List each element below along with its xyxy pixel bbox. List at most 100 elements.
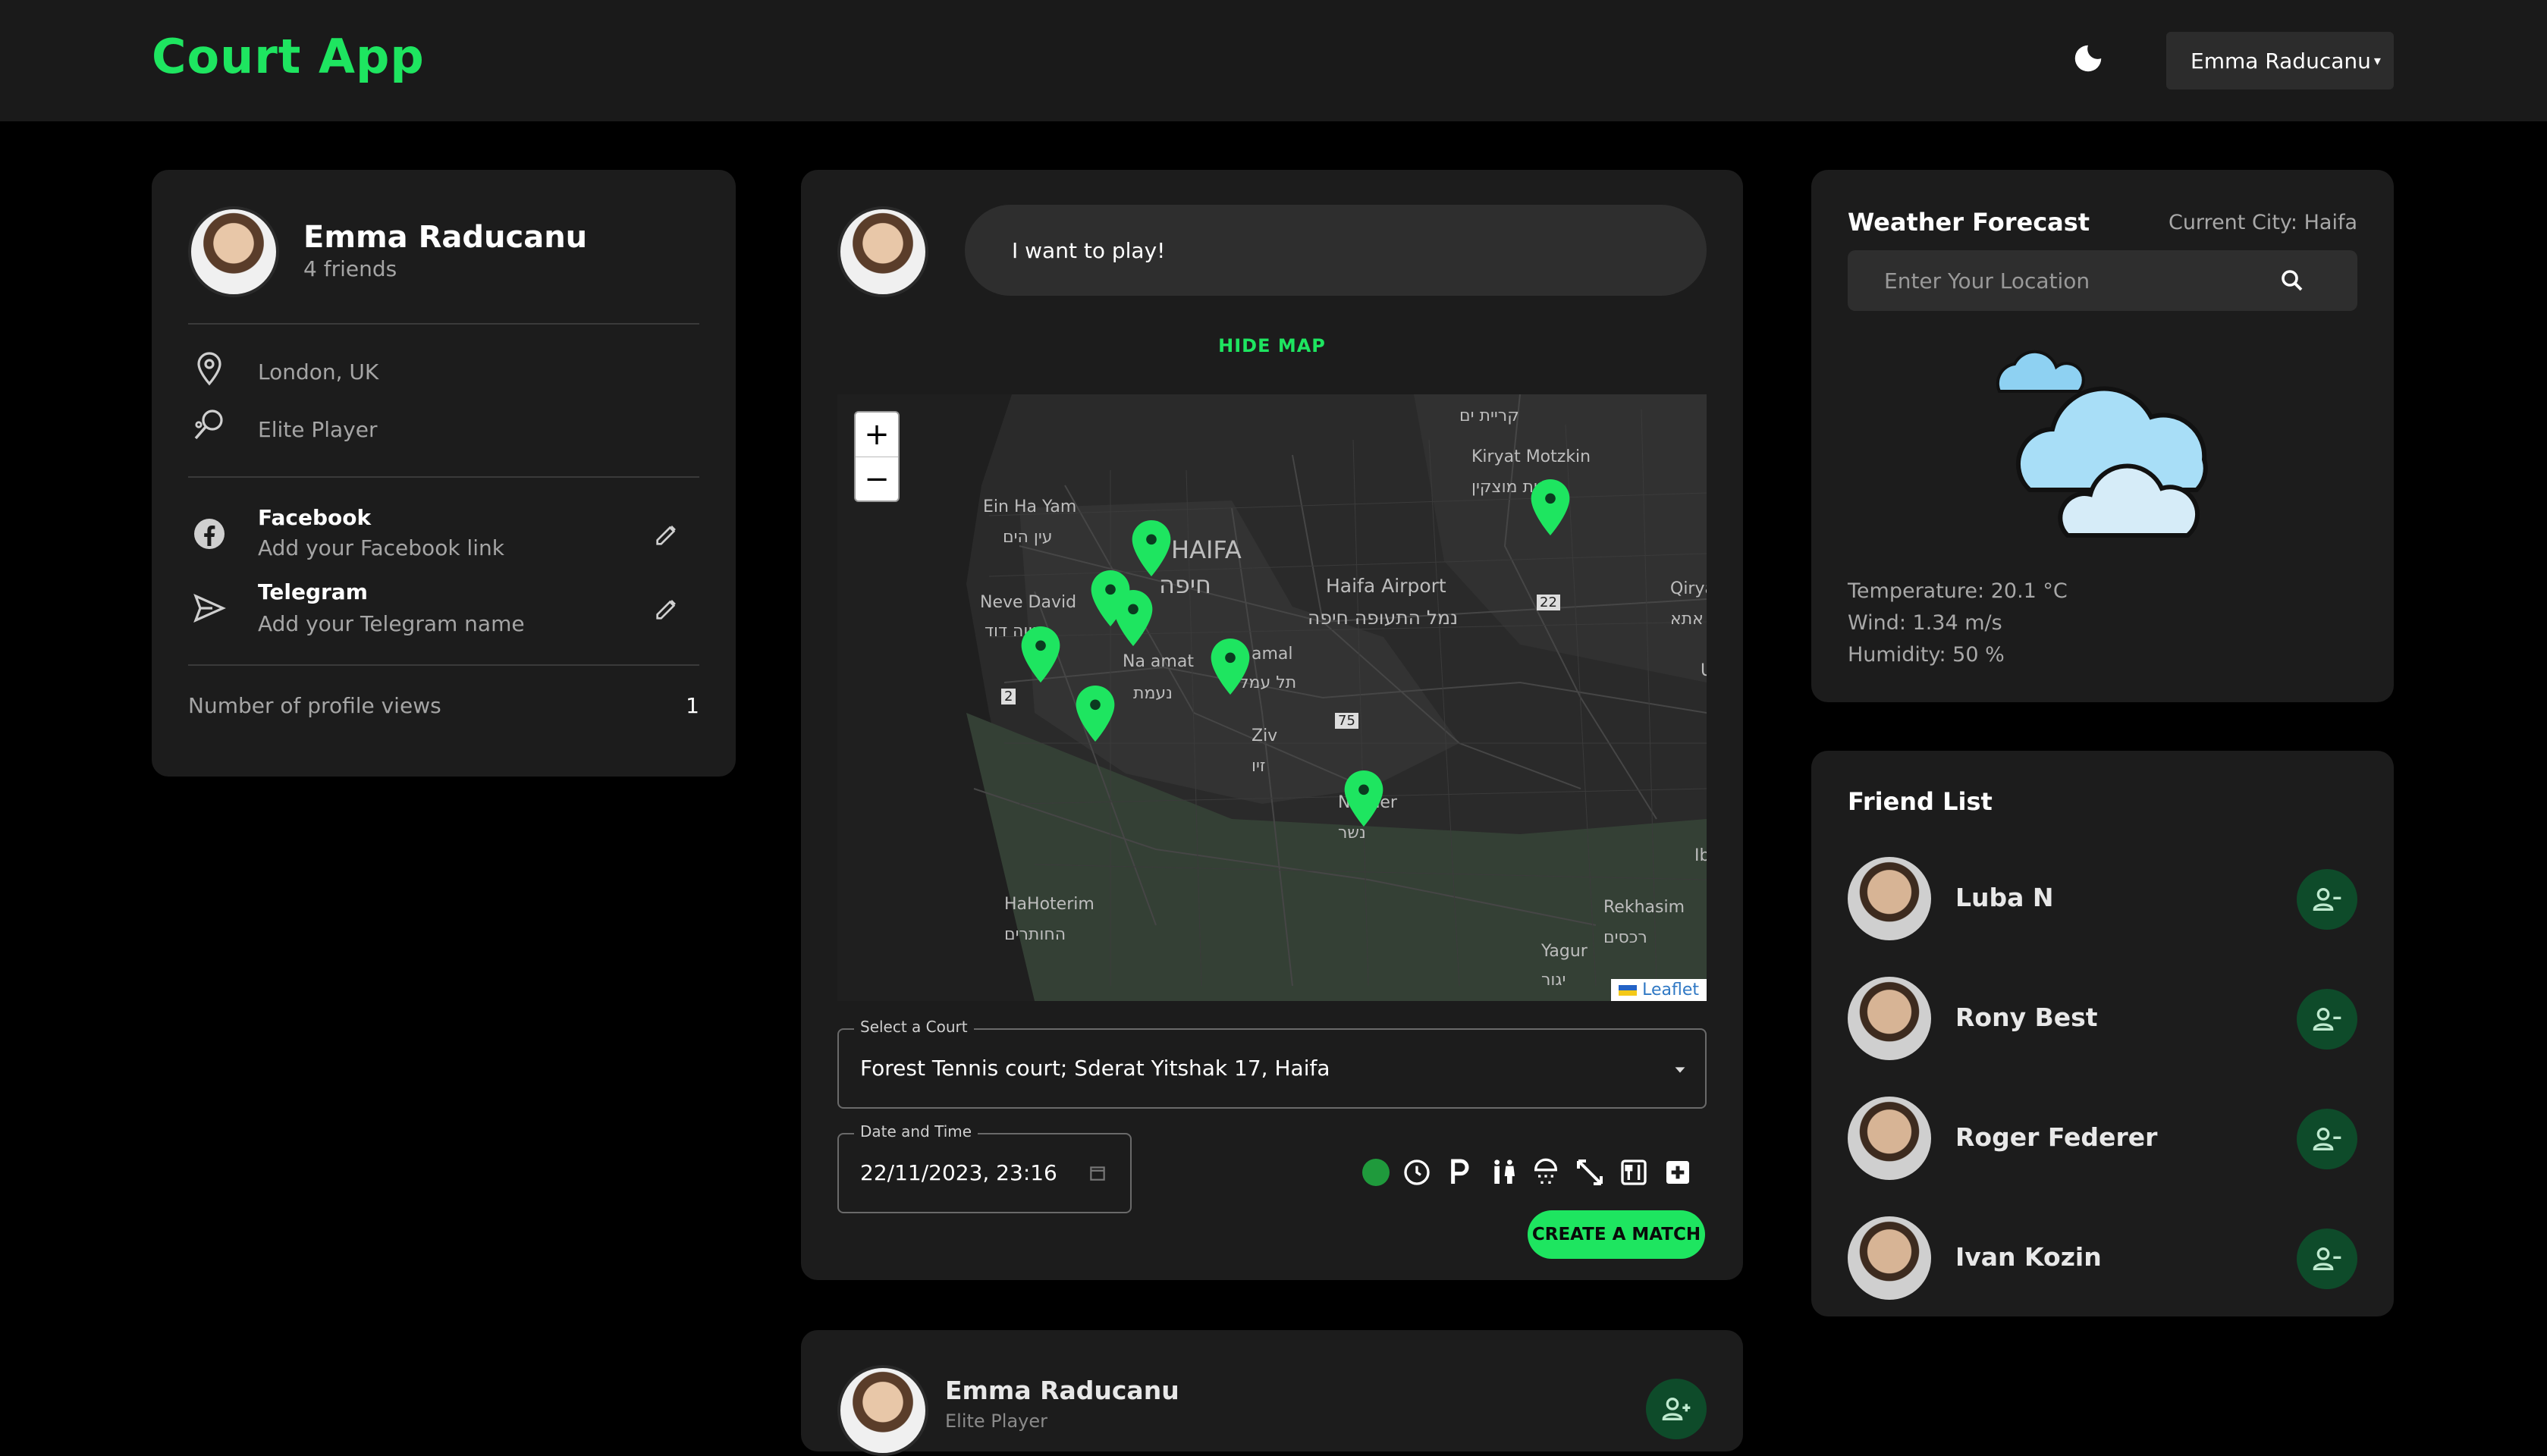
court-select-label: Select a Court: [854, 1018, 974, 1036]
map-label: Yagur: [1541, 942, 1588, 961]
person-remove-icon: [2313, 1128, 2341, 1150]
map-label: יגור: [1541, 971, 1566, 990]
dropdown-arrow-icon: [1675, 1067, 1685, 1073]
post-card: Emma Raducanu Elite Player: [801, 1330, 1743, 1456]
shower-icon: [1534, 1158, 1558, 1184]
friend-name[interactable]: Roger Federer: [1955, 1122, 2157, 1152]
map-label: Na amat: [1123, 652, 1194, 671]
user-menu-label: Emma Raducanu: [2191, 48, 2371, 74]
calendar-icon[interactable]: [1088, 1163, 1107, 1183]
road-number: 22: [1537, 595, 1560, 610]
facebook-value: Add your Facebook link: [258, 535, 504, 560]
map-label: Neve David: [980, 593, 1077, 612]
zoom-out-button[interactable]: −: [856, 457, 898, 501]
court-select-value: Forest Tennis court; Sderat Yitshak 17, …: [860, 1056, 1330, 1081]
weather-humidity: Humidity: 50 %: [1848, 643, 2005, 667]
remove-friend-button[interactable]: [2297, 1109, 2357, 1169]
person-remove-icon: [2313, 1008, 2341, 1031]
friend-avatar[interactable]: [1848, 857, 1931, 940]
friend-list-card: Friend List Luba N Rony Best Roger Feder…: [1811, 751, 2394, 1316]
friend-list-title: Friend List: [1848, 787, 1993, 816]
top-bar: Court App Emma Raducanu ▾: [0, 0, 2547, 121]
datetime-field[interactable]: Date and Time 22/11/2023, 23:16: [837, 1122, 1132, 1213]
person-add-icon: [1662, 1398, 1691, 1420]
search-icon[interactable]: [2278, 267, 2306, 294]
court-marker[interactable]: [1073, 684, 1118, 743]
map-tiles: [837, 394, 1707, 1001]
telegram-label: Telegram: [258, 579, 368, 604]
remove-friend-button[interactable]: [2297, 989, 2357, 1050]
friend-avatar[interactable]: [1848, 1097, 1931, 1180]
person-remove-icon: [2313, 888, 2341, 911]
weather-temperature: Temperature: 20.1 °C: [1848, 579, 2068, 603]
edit-telegram-icon[interactable]: [652, 593, 683, 623]
court-marker[interactable]: [1110, 588, 1156, 648]
post-author-avatar[interactable]: [837, 1365, 928, 1456]
court-marker[interactable]: [1129, 519, 1174, 578]
court-marker[interactable]: [1528, 478, 1573, 537]
court-available-indicator: [1362, 1159, 1390, 1186]
profile-name[interactable]: Emma Raducanu: [303, 220, 587, 255]
cafe-icon: [1621, 1159, 1647, 1185]
person-remove-icon: [2313, 1247, 2341, 1270]
post-author-level: Elite Player: [945, 1410, 1047, 1432]
map-label: Ziv: [1252, 726, 1278, 745]
friend-name[interactable]: Luba N: [1955, 883, 2054, 912]
hide-map-button[interactable]: HIDE MAP: [801, 335, 1743, 356]
map-label: Haifa Airport: [1326, 575, 1446, 597]
remove-friend-button[interactable]: [2297, 1228, 2357, 1289]
map-label: HAIFA: [1171, 535, 1242, 564]
road-number: 75: [1335, 713, 1358, 729]
tennis-racket-icon: [194, 410, 223, 440]
court-marker[interactable]: [1341, 769, 1387, 828]
map-label: רכסים: [1603, 928, 1647, 947]
location-pin-icon: [197, 352, 221, 386]
leaflet-attribution-link[interactable]: Leaflet: [1611, 979, 1707, 1001]
parking-icon: [1451, 1159, 1469, 1184]
edit-facebook-icon[interactable]: [652, 519, 683, 549]
first-aid-icon: [1666, 1161, 1689, 1184]
map-label: עין הים: [1003, 528, 1053, 547]
weather-title: Weather Forecast: [1848, 208, 2090, 237]
match-composer-card: I want to play! HIDE MAP + − קריית ים Ki…: [801, 170, 1743, 1280]
court-map[interactable]: + − קריית ים Kiryat Motzkin קריית מוצקין…: [837, 394, 1707, 1001]
map-label: U: [1701, 661, 1707, 680]
map-label: נעמת: [1133, 684, 1173, 703]
zoom-control: + −: [854, 411, 900, 502]
composer-avatar: [837, 206, 928, 297]
racket-rental-icon: [1577, 1159, 1603, 1185]
zoom-in-button[interactable]: +: [856, 413, 898, 457]
create-match-button[interactable]: CREATE A MATCH: [1528, 1210, 1705, 1259]
friend-name[interactable]: Ivan Kozin: [1955, 1242, 2102, 1272]
profile-card: Emma Raducanu 4 friends London, UK Elite…: [152, 170, 736, 777]
map-label: Qiryat: [1670, 579, 1707, 598]
court-marker[interactable]: [1018, 625, 1063, 684]
road-number: 2: [1001, 689, 1016, 704]
friend-avatar[interactable]: [1848, 977, 1931, 1060]
court-marker[interactable]: [1208, 637, 1253, 696]
current-city: Current City: Haifa: [2168, 211, 2357, 234]
profile-avatar[interactable]: [188, 206, 279, 297]
map-label: אתא: [1670, 610, 1704, 629]
friend-avatar[interactable]: [1848, 1216, 1931, 1300]
post-input[interactable]: I want to play!: [965, 205, 1707, 296]
post-author-name[interactable]: Emma Raducanu: [945, 1376, 1179, 1405]
friend-name[interactable]: Rony Best: [1955, 1003, 2098, 1032]
court-select[interactable]: Select a Court Forest Tennis court; Sder…: [837, 1018, 1707, 1109]
profile-location: London, UK: [258, 359, 379, 384]
add-friend-button[interactable]: [1646, 1379, 1707, 1439]
app-logo[interactable]: Court App: [152, 29, 425, 84]
facebook-icon: [194, 519, 225, 549]
profile-views-label: Number of profile views: [188, 693, 441, 718]
map-label: החותרים: [1004, 925, 1066, 944]
weather-wind: Wind: 1.34 m/s: [1848, 611, 2002, 635]
dark-mode-toggle-icon[interactable]: [2071, 41, 2106, 76]
friends-count: 4 friends: [303, 256, 397, 281]
profile-level: Elite Player: [258, 417, 378, 442]
remove-friend-button[interactable]: [2297, 869, 2357, 930]
telegram-value: Add your Telegram name: [258, 611, 525, 636]
user-menu-button[interactable]: Emma Raducanu ▾: [2166, 32, 2394, 89]
datetime-label: Date and Time: [854, 1122, 978, 1141]
map-label: amal: [1252, 645, 1293, 664]
facebook-label: Facebook: [258, 505, 372, 530]
